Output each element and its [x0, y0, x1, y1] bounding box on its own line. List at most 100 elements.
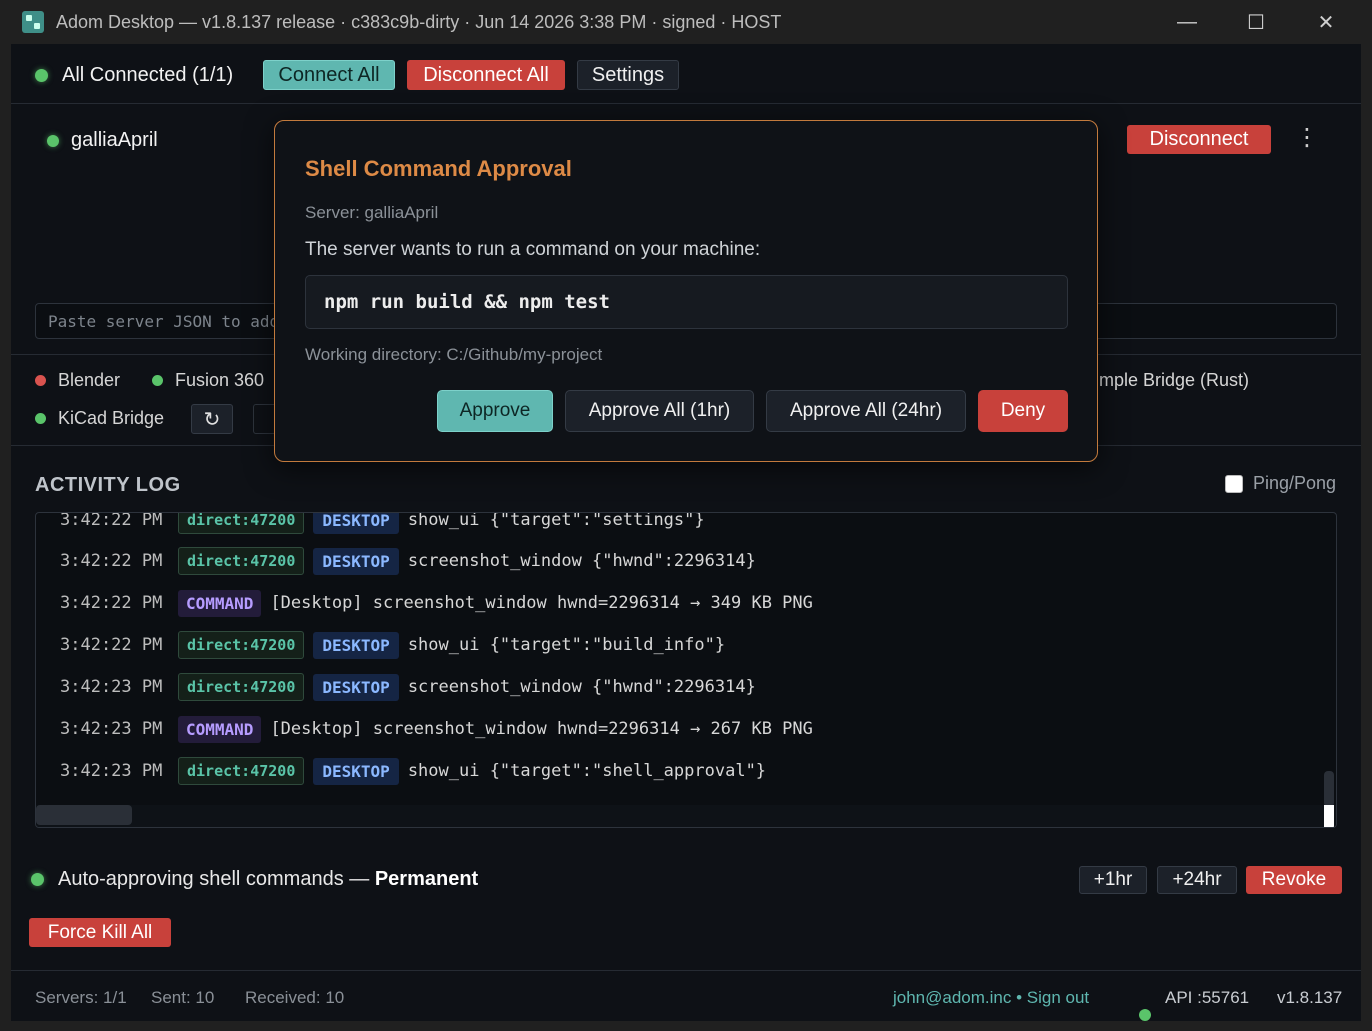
log-text: [Desktop] screenshot_window hwnd=2296314…	[270, 593, 813, 613]
connection-status-label: All Connected (1/1)	[62, 64, 234, 86]
approve-all-1hr-button[interactable]: Approve All (1hr)	[565, 390, 754, 432]
log-time: 3:42:22 PM	[60, 593, 163, 613]
footer-account-link[interactable]: john@adom.inc • Sign out	[893, 988, 1089, 1008]
horizontal-scrollbar-thumb[interactable]	[36, 805, 132, 825]
log-row: 3:42:22 PM COMMAND [Desktop] screenshot_…	[60, 588, 813, 618]
footer-servers: Servers: 1/1	[35, 988, 127, 1007]
auto-approve-mode: Permanent	[374, 868, 479, 890]
log-type-tag: DESKTOP	[313, 673, 399, 701]
maximize-button[interactable]: ☐	[1221, 0, 1291, 44]
log-source-tag: direct:47200	[178, 513, 305, 534]
footer-sent: Sent: 10	[151, 988, 215, 1007]
dialog-title: Shell Command Approval	[305, 156, 572, 181]
bridge-label: KiCad Bridge	[58, 408, 165, 428]
bridge-item-kicad[interactable]: KiCad Bridge	[35, 408, 164, 429]
auto-approve-status: Auto-approving shell commands — Permanen…	[31, 868, 478, 891]
approve-button[interactable]: Approve	[437, 390, 553, 432]
log-row: 3:42:23 PM COMMAND [Desktop] screenshot_…	[60, 714, 813, 744]
bridge-label: mple Bridge (Rust)	[1099, 370, 1250, 390]
force-kill-all-button[interactable]: Force Kill All	[29, 918, 171, 947]
ping-pong-checkbox[interactable]	[1225, 474, 1243, 493]
shell-approval-dialog: Shell Command Approval Server: galliaApr…	[274, 120, 1098, 462]
minimize-icon: —	[1177, 10, 1197, 33]
log-type-tag: COMMAND	[178, 589, 262, 617]
extend-1hr-button[interactable]: +1hr	[1079, 866, 1147, 894]
activity-log-title: ACTIVITY LOG	[35, 474, 181, 496]
log-source-tag: direct:47200	[178, 673, 305, 701]
bridge-item-blender[interactable]: Blender	[35, 370, 120, 391]
bridge-status-dot-icon	[152, 375, 163, 386]
log-type-tag: DESKTOP	[313, 631, 399, 659]
connection-toolbar: All Connected (1/1) Connect All Disconne…	[11, 44, 1361, 104]
log-time: 3:42:23 PM	[60, 719, 163, 739]
log-time: 3:42:22 PM	[60, 551, 163, 571]
deny-button[interactable]: Deny	[978, 390, 1068, 432]
status-dot-icon	[35, 69, 48, 82]
refresh-bridges-button[interactable]: ↻	[191, 404, 233, 434]
log-type-tag: DESKTOP	[313, 513, 399, 534]
footer-received: Received: 10	[245, 988, 345, 1007]
log-type-tag: DESKTOP	[313, 547, 399, 575]
dialog-message: The server wants to run a command on you…	[305, 239, 761, 260]
approve-all-24hr-button[interactable]: Approve All (24hr)	[766, 390, 966, 432]
log-time: 3:42:23 PM	[60, 761, 163, 781]
log-text: [Desktop] screenshot_window hwnd=2296314…	[270, 719, 813, 739]
footer-version: v1.8.137	[1277, 988, 1343, 1007]
log-row: 3:42:22 PM direct:47200 DESKTOP screensh…	[60, 546, 756, 576]
ping-pong-toggle[interactable]: Ping/Pong	[1225, 473, 1336, 494]
log-text: show_ui {"target":"settings"}	[407, 512, 705, 530]
log-time: 3:42:22 PM	[60, 512, 163, 530]
disconnect-all-button[interactable]: Disconnect All	[407, 60, 565, 90]
maximize-icon: ☐	[1247, 11, 1265, 34]
log-type-tag: DESKTOP	[313, 757, 399, 785]
working-directory: Working directory: C:/Github/my-project	[305, 345, 603, 364]
scrollbar-corner	[1324, 805, 1334, 827]
footer-api: API :55761	[1165, 988, 1250, 1007]
log-row: 3:42:23 PM direct:47200 DESKTOP show_ui …	[60, 756, 766, 786]
ping-pong-label: Ping/Pong	[1253, 473, 1337, 493]
revoke-button[interactable]: Revoke	[1246, 866, 1342, 894]
extend-24hr-button[interactable]: +24hr	[1157, 866, 1237, 894]
window-titlebar: Adom Desktop — v1.8.137 release · c383c9…	[0, 0, 1372, 44]
connection-status: All Connected (1/1)	[35, 64, 233, 87]
log-text: screenshot_window {"hwnd":2296314}	[407, 677, 756, 697]
server-name: galliaApril	[71, 129, 158, 151]
bridge-label: Fusion 360	[175, 370, 265, 390]
log-row: 3:42:22 PM direct:47200 DESKTOP show_ui …	[60, 630, 725, 660]
command-text: npm run build && npm test	[324, 291, 610, 313]
log-time: 3:42:23 PM	[60, 677, 163, 697]
bridge-item-example-rust[interactable]: mple Bridge (Rust)	[1099, 370, 1249, 391]
auto-approve-text: Auto-approving shell commands —	[58, 868, 375, 890]
server-status-dot-icon	[47, 134, 59, 147]
horizontal-scrollbar[interactable]	[36, 805, 1336, 827]
log-source-tag: direct:47200	[178, 547, 305, 575]
log-type-tag: COMMAND	[178, 715, 262, 743]
log-text: screenshot_window {"hwnd":2296314}	[407, 551, 756, 571]
refresh-icon: ↻	[203, 408, 221, 431]
bridge-item-fusion360[interactable]: Fusion 360	[152, 370, 264, 391]
bridge-status-dot-icon	[35, 375, 46, 386]
server-entry: galliaApril	[47, 129, 158, 152]
log-source-tag: direct:47200	[178, 757, 305, 785]
log-time: 3:42:22 PM	[60, 635, 163, 655]
settings-button[interactable]: Settings	[577, 60, 679, 90]
server-disconnect-button[interactable]: Disconnect	[1127, 125, 1271, 154]
server-menu-icon[interactable]: ⋮	[1295, 123, 1319, 152]
activity-log[interactable]: 3:42:22 PM direct:47200 DESKTOP show_ui …	[35, 512, 1337, 828]
bridge-status-dot-icon	[35, 413, 46, 424]
auto-approve-dot-icon	[31, 873, 44, 886]
dialog-server: Server: galliaApril	[305, 203, 439, 222]
window-title: Adom Desktop — v1.8.137 release · c383c9…	[56, 11, 782, 32]
log-source-tag: direct:47200	[178, 631, 305, 659]
status-footer: Servers: 1/1 Sent: 10 Received: 10 john@…	[11, 970, 1361, 1021]
log-text: show_ui {"target":"shell_approval"}	[407, 761, 767, 781]
log-row: 3:42:23 PM direct:47200 DESKTOP screensh…	[60, 672, 756, 702]
minimize-button[interactable]: —	[1152, 0, 1222, 44]
close-icon: ✕	[1317, 11, 1335, 34]
connect-all-button[interactable]: Connect All	[263, 60, 395, 90]
command-box: npm run build && npm test	[305, 275, 1068, 329]
vertical-scrollbar[interactable]	[1324, 771, 1334, 807]
log-row: 3:42:22 PM direct:47200 DESKTOP show_ui …	[60, 512, 705, 535]
close-window-button[interactable]: ✕	[1291, 0, 1361, 44]
log-text: show_ui {"target":"build_info"}	[407, 635, 726, 655]
